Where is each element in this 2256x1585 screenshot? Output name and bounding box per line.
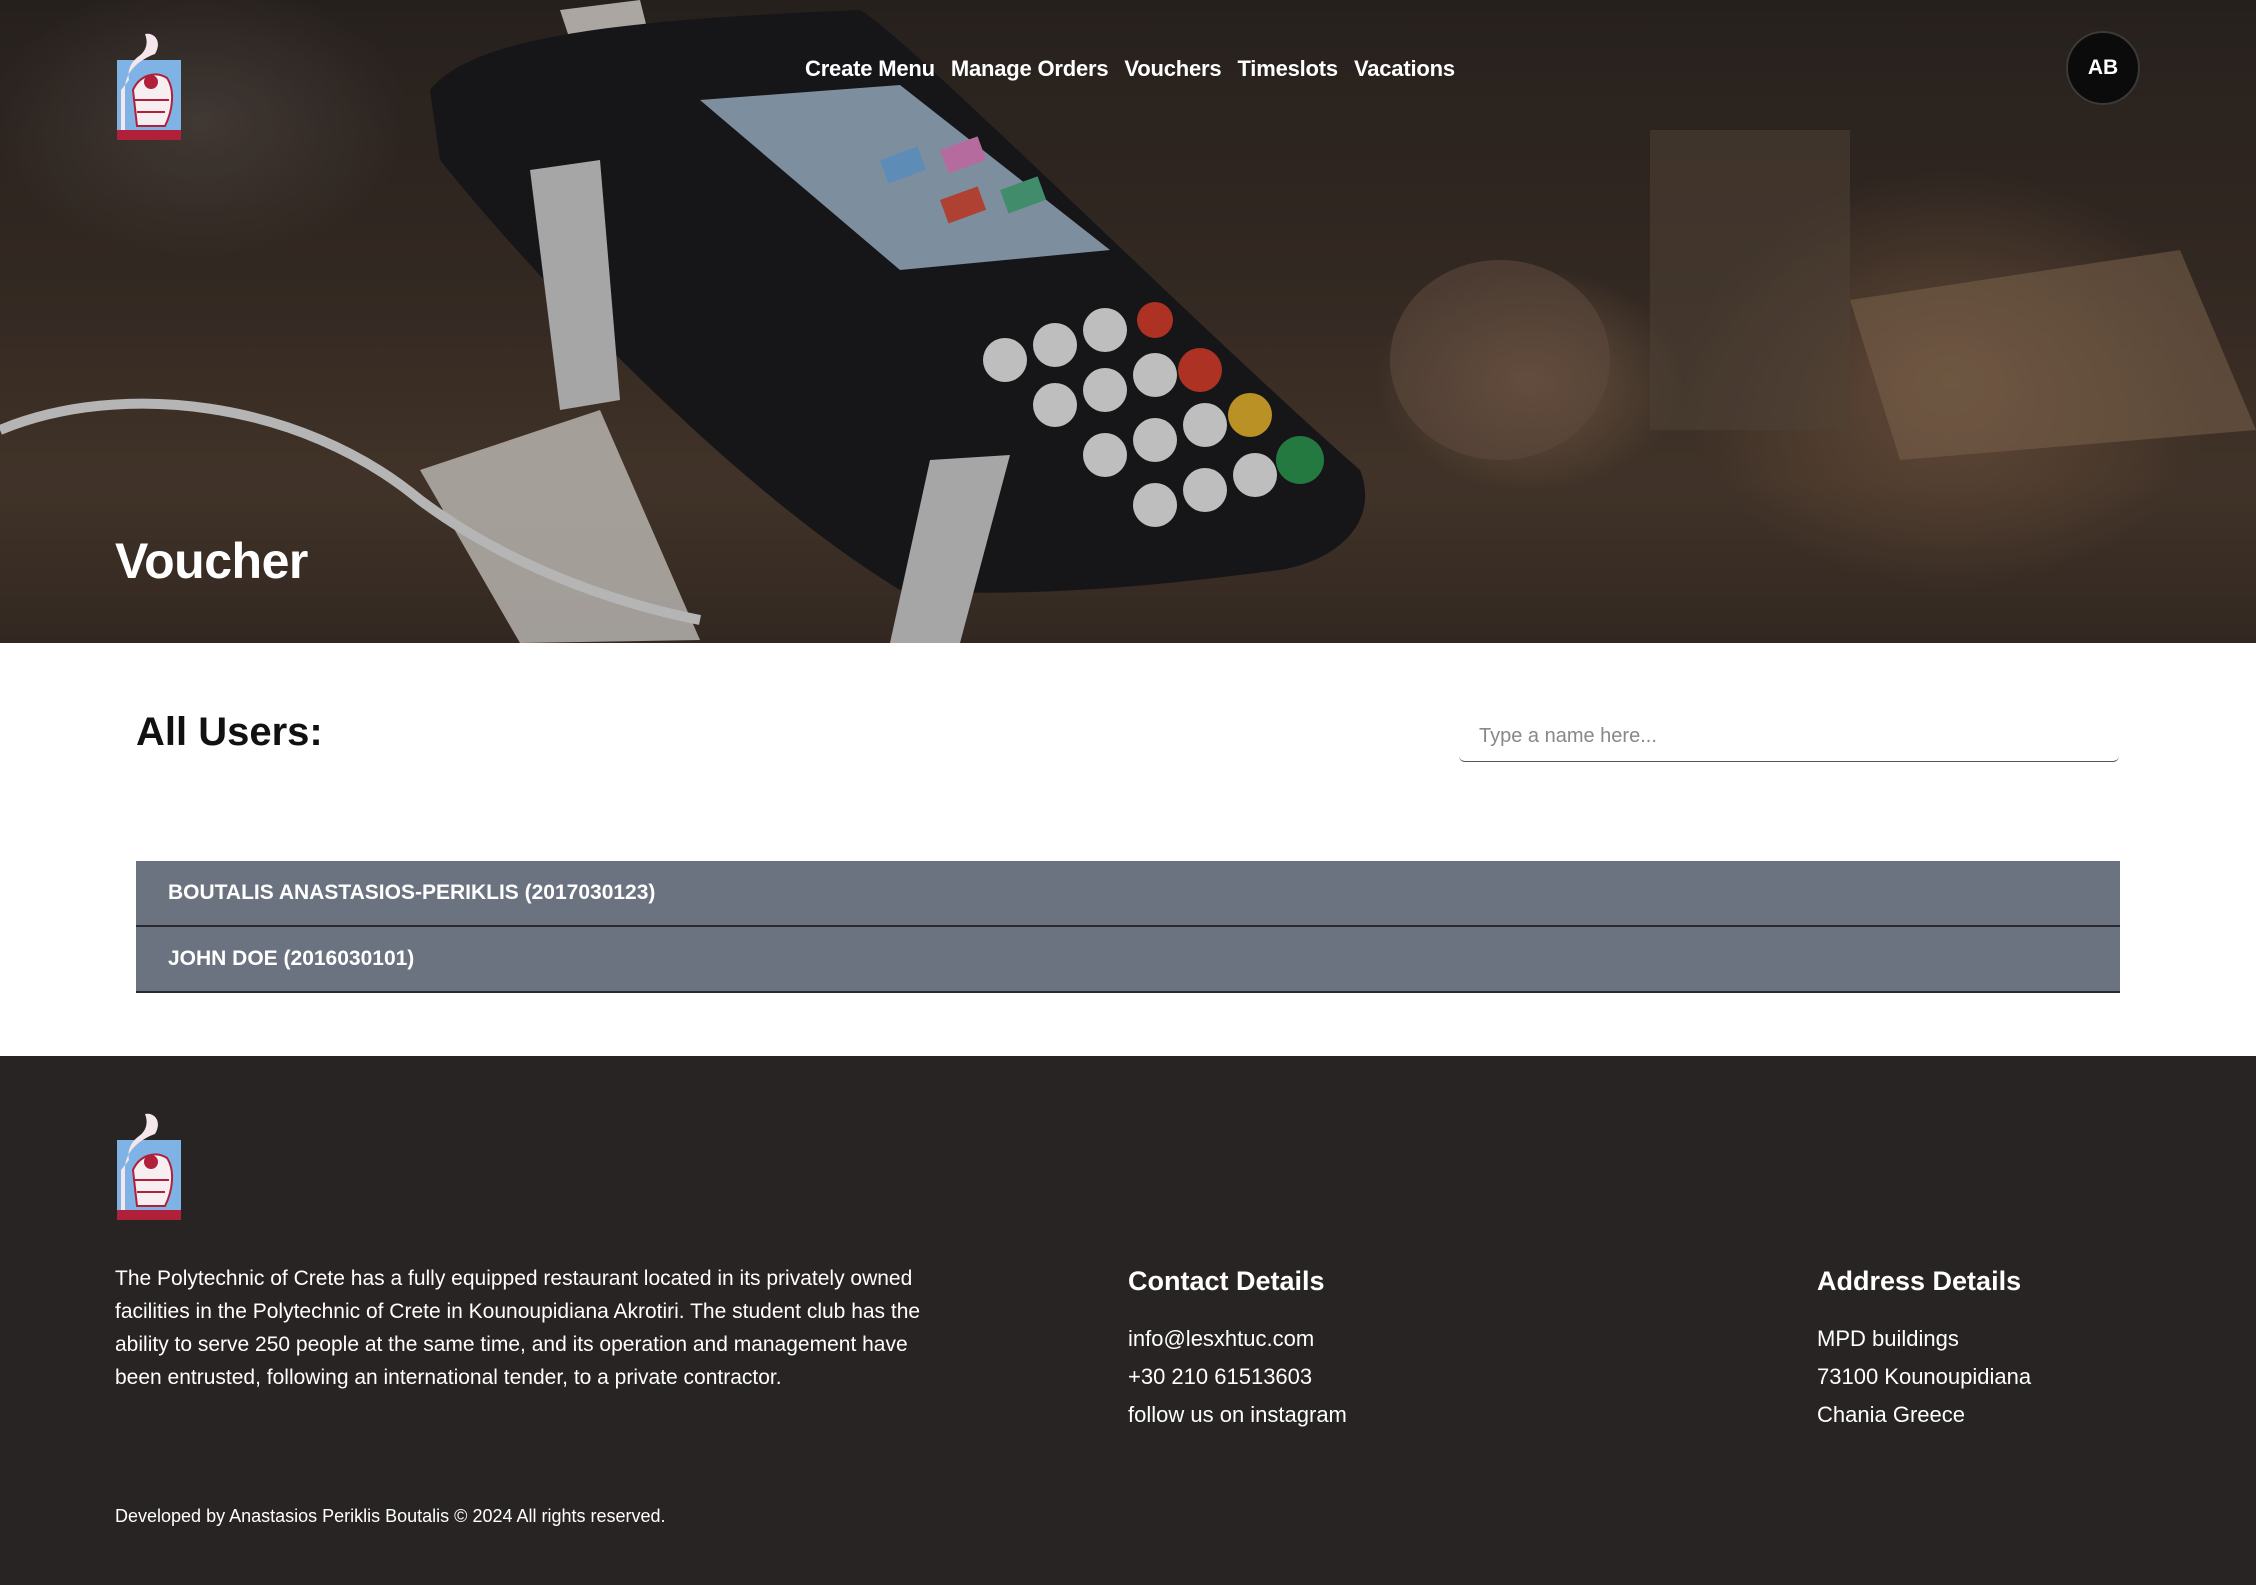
- address-line: MPD buildings: [1817, 1326, 1959, 1351]
- nav-vacations[interactable]: Vacations: [1354, 56, 1455, 82]
- footer-about-text: The Polytechnic of Crete has a fully equ…: [115, 1267, 921, 1389]
- main-nav: Create Menu Manage Orders Vouchers Times…: [805, 56, 1455, 82]
- nav-timeslots[interactable]: Timeslots: [1237, 56, 1338, 82]
- contact-email[interactable]: info@lesxhtuc.com: [1128, 1320, 1347, 1358]
- contact-details-list: info@lesxhtuc.com +30 210 61513603 follo…: [1128, 1320, 1347, 1434]
- user-row[interactable]: BOUTALIS ANASTASIOS-PERIKLIS (2017030123…: [136, 861, 2120, 927]
- address-details-title: Address Details: [1817, 1266, 2022, 1296]
- copyright-text: Developed by Anastasios Periklis Boutali…: [115, 1506, 666, 1526]
- address-line: Chania Greece: [1817, 1402, 1965, 1427]
- page-title: Voucher: [115, 533, 308, 589]
- contact-details-title: Contact Details: [1128, 1266, 1325, 1296]
- nav-create-menu[interactable]: Create Menu: [805, 56, 935, 82]
- contact-phone[interactable]: +30 210 61513603: [1128, 1358, 1347, 1396]
- polytechnic-crest-icon: [117, 1113, 181, 1220]
- nav-vouchers[interactable]: Vouchers: [1124, 56, 1221, 82]
- user-list: BOUTALIS ANASTASIOS-PERIKLIS (2017030123…: [136, 861, 2120, 993]
- instagram-link[interactable]: follow us on instagram: [1128, 1396, 1347, 1434]
- polytechnic-crest-icon[interactable]: [115, 30, 185, 142]
- address-line: 73100 Kounoupidiana: [1817, 1364, 2032, 1389]
- nav-manage-orders[interactable]: Manage Orders: [951, 56, 1109, 82]
- user-search-input[interactable]: [1459, 712, 2119, 762]
- user-avatar-button[interactable]: AB: [2066, 31, 2140, 105]
- user-row[interactable]: JOHN DOE (2016030101): [136, 927, 2120, 993]
- site-footer: The Polytechnic of Crete has a fully equ…: [0, 1056, 2256, 1585]
- users-section-title: All Users:: [136, 710, 323, 754]
- hero-overlay: [0, 0, 2256, 643]
- hero-banner: Create Menu Manage Orders Vouchers Times…: [0, 0, 2256, 643]
- address-details-list: MPD buildings 73100 Kounoupidiana Chania…: [1817, 1320, 2031, 1434]
